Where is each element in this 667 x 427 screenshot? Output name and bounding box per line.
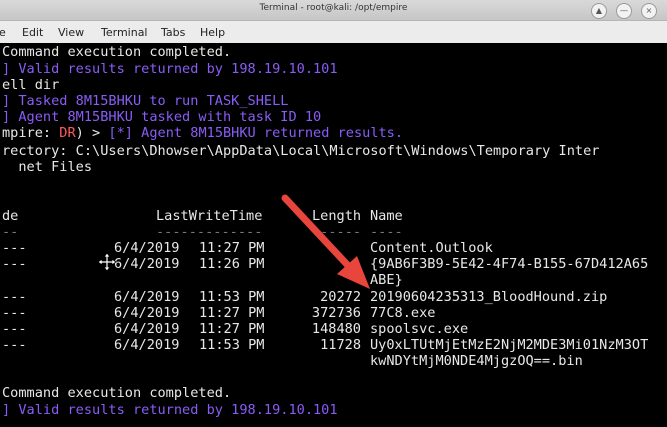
move-cursor-icon: [97, 252, 117, 272]
annotation-arrow-icon: [281, 194, 370, 289]
terminal-window: Terminal - root@kali: /opt/empire ▲ — × …: [0, 0, 667, 427]
